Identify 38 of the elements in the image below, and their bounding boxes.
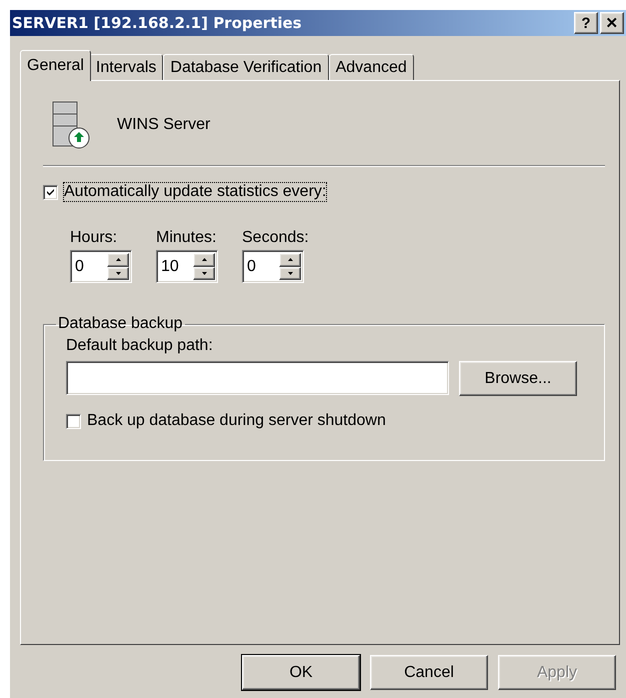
server-icon — [51, 100, 91, 150]
spin-up-button[interactable] — [107, 253, 129, 266]
spin-field[interactable]: 0 — [70, 250, 132, 283]
spin-up-button[interactable] — [279, 253, 301, 266]
tab[interactable]: Database Verification — [163, 54, 329, 80]
down-arrow-icon — [116, 272, 120, 275]
window-title: SERVER1 [192.168.2.1] Properties — [12, 14, 303, 32]
field-label: Seconds: — [242, 229, 309, 247]
tab[interactable]: Advanced — [328, 54, 414, 80]
spin-down-button[interactable] — [107, 266, 129, 280]
path-field[interactable] — [66, 361, 449, 395]
checkmark-icon — [46, 188, 55, 196]
field-label: Minutes: — [156, 229, 218, 247]
spin-up-button[interactable] — [193, 253, 215, 266]
group-title: Database backup — [57, 315, 184, 333]
checkbox[interactable] — [66, 414, 81, 428]
tab[interactable]: General — [20, 50, 91, 81]
checkbox-label: Back up database during server shutdown — [87, 412, 386, 430]
spin-down-button[interactable] — [193, 266, 215, 280]
down-arrow-icon — [288, 272, 292, 275]
field-label: Default backup path: — [66, 337, 213, 354]
dialog-button[interactable]: Cancel — [370, 655, 488, 690]
spin-down-button[interactable] — [279, 266, 301, 280]
server-name: WINS Server — [117, 116, 210, 134]
browse-button[interactable]: Browse... — [459, 361, 577, 396]
down-arrow-icon — [202, 272, 206, 275]
checkbox[interactable] — [43, 184, 58, 200]
up-arrow-icon — [288, 258, 292, 262]
field-label: Hours: — [70, 229, 118, 247]
spin-field[interactable]: 10 — [156, 250, 218, 283]
up-arrow-icon — [116, 258, 120, 262]
up-arrow-icon — [202, 258, 206, 262]
help-button[interactable]: ? — [574, 12, 598, 34]
close-button[interactable]: ✕ — [600, 12, 624, 34]
dialog-button[interactable]: OK — [242, 655, 360, 690]
tab[interactable]: Intervals — [88, 54, 164, 80]
checkbox-label: Automatically update statistics every: — [64, 183, 326, 201]
spin-field[interactable]: 0 — [242, 250, 304, 283]
